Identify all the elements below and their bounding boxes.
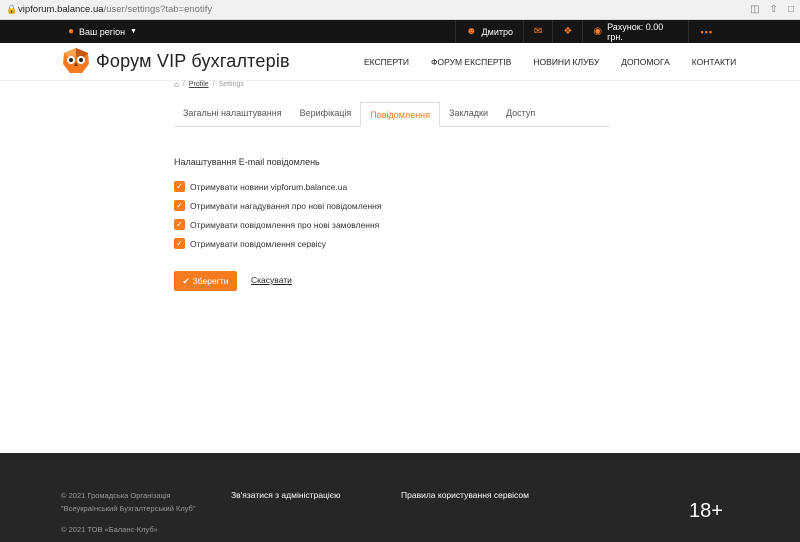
footer-terms-link[interactable]: Правила користування сервісом bbox=[401, 490, 529, 500]
share-icon[interactable]: ⇧ bbox=[770, 4, 778, 15]
site-logo[interactable]: Форум VIP бухгалтерів bbox=[62, 47, 290, 75]
nav-experts[interactable]: ЕКСПЕРТИ bbox=[364, 57, 409, 67]
checkbox-checked-icon[interactable]: ✓ bbox=[174, 200, 185, 211]
save-label: Зберегти bbox=[192, 276, 229, 286]
nav-contacts[interactable]: КОНТАКТИ bbox=[692, 57, 736, 67]
option-label: Отримувати новини vipforum.balance.ua bbox=[190, 181, 348, 192]
caret-down-icon: ▼ bbox=[130, 28, 137, 35]
region-selector[interactable]: ● Ваш регіон ▼ bbox=[68, 26, 137, 37]
cancel-link[interactable]: Скасувати bbox=[251, 275, 292, 285]
wallet-icon: ◉ bbox=[593, 26, 603, 37]
option-order-notifications[interactable]: ✓ Отримувати повідомлення про нові замов… bbox=[174, 215, 381, 234]
checkbox-checked-icon[interactable]: ✓ bbox=[174, 181, 185, 192]
check-icon: ✔ bbox=[182, 275, 190, 286]
checkbox-checked-icon[interactable]: ✓ bbox=[174, 219, 185, 230]
site-header: Форум VIP бухгалтерів ЕКСПЕРТИ ФОРУМ ЕКС… bbox=[0, 43, 800, 81]
nav-experts-forum[interactable]: ФОРУМ ЕКСПЕРТІВ bbox=[431, 57, 511, 67]
more-menu-button[interactable]: ••• bbox=[687, 20, 725, 43]
email-settings-title: Налаштування E-mail повідомлень bbox=[174, 157, 320, 167]
option-news[interactable]: ✓ Отримувати новини vipforum.balance.ua bbox=[174, 177, 381, 196]
user-icon: ☻ bbox=[466, 26, 477, 37]
footer-contact-admin-link[interactable]: Зв'язатися з адміністрацією bbox=[231, 490, 341, 500]
breadcrumb-separator: / bbox=[182, 81, 185, 88]
discounts-link[interactable]: ❖ bbox=[552, 20, 582, 43]
tab-general[interactable]: Загальні налаштування bbox=[174, 101, 291, 126]
nav-help[interactable]: ДОПОМОГА bbox=[621, 57, 670, 67]
breadcrumb-current: Settings bbox=[218, 81, 244, 88]
lock-icon: 🔒 bbox=[6, 4, 18, 14]
region-label: Ваш регіон bbox=[79, 26, 126, 37]
main-nav: ЕКСПЕРТИ ФОРУМ ЕКСПЕРТІВ НОВИНИ КЛУБУ ДО… bbox=[364, 43, 758, 81]
option-label: Отримувати нагадування про нові повідомл… bbox=[190, 200, 382, 211]
tab-notifications[interactable]: Повідомлення bbox=[360, 102, 441, 127]
top-bar: ● Ваш регіон ▼ ☻ Дмитро ✉ ❖ ◉ Рахунок: 0… bbox=[0, 20, 800, 43]
messages-link[interactable]: ✉ bbox=[522, 20, 552, 43]
option-message-reminders[interactable]: ✓ Отримувати нагадування про нові повідо… bbox=[174, 196, 381, 215]
logo-text: Форум VIP бухгалтерів bbox=[96, 50, 290, 71]
save-button[interactable]: ✔ Зберегти bbox=[174, 271, 237, 291]
site-footer: © 2021 Громадська Організація "Всеукраїн… bbox=[0, 453, 800, 542]
tab-bookmarks[interactable]: Закладки bbox=[440, 101, 497, 126]
envelope-icon: ✉ bbox=[533, 26, 543, 37]
option-label: Отримувати повідомлення про нові замовле… bbox=[190, 219, 380, 230]
breadcrumb-profile[interactable]: Profile bbox=[189, 81, 209, 88]
option-service-notifications[interactable]: ✓ Отримувати повідомлення сервісу bbox=[174, 234, 381, 253]
browser-actions: ◫ ⇧ □ bbox=[750, 4, 794, 15]
user-name: Дмитро bbox=[481, 26, 513, 37]
account-balance: Рахунок: 0.00 грн. bbox=[607, 21, 664, 42]
settings-tabs: Загальні налаштування Верифікація Повідо… bbox=[174, 102, 610, 127]
top-bar-user-menu: ☻ Дмитро ✉ ❖ ◉ Рахунок: 0.00 грн. ••• bbox=[455, 20, 725, 43]
account-balance-link[interactable]: ◉ Рахунок: 0.00 грн. bbox=[582, 20, 687, 43]
user-profile-link[interactable]: ☻ Дмитро bbox=[455, 20, 523, 43]
email-options-list: ✓ Отримувати новини vipforum.balance.ua … bbox=[174, 177, 381, 253]
home-icon[interactable]: ⌂ bbox=[174, 80, 179, 89]
footer-copyright-organization: © 2021 Громадська Організація "Всеукраїн… bbox=[61, 491, 196, 513]
tag-icon: ❖ bbox=[563, 26, 573, 37]
breadcrumb-separator: / bbox=[212, 81, 215, 88]
translate-icon[interactable]: ◫ bbox=[750, 4, 759, 15]
nav-club-news[interactable]: НОВИНИ КЛУБУ bbox=[533, 57, 599, 67]
breadcrumb: ⌂ / Profile / Settings bbox=[174, 80, 244, 89]
option-label: Отримувати повідомлення сервісу bbox=[190, 238, 327, 249]
browser-address-bar[interactable]: 🔒 vipforum.balance.ua/user/settings?tab=… bbox=[0, 0, 800, 20]
url-text[interactable]: vipforum.balance.ua/user/settings?tab=en… bbox=[18, 4, 750, 15]
extension-icon[interactable]: □ bbox=[788, 4, 794, 15]
age-restriction-badge: 18+ bbox=[689, 500, 723, 522]
owl-logo-icon bbox=[63, 48, 89, 73]
tab-access[interactable]: Доступ bbox=[497, 101, 544, 126]
map-pin-icon: ● bbox=[68, 26, 75, 37]
tab-verification[interactable]: Верифікація bbox=[291, 101, 361, 126]
url-path: /user/settings?tab=enotify bbox=[103, 4, 213, 15]
footer-copyright-company: © 2021 ТОВ «Баланс-Клуб» bbox=[61, 525, 158, 534]
checkbox-checked-icon[interactable]: ✓ bbox=[174, 238, 185, 249]
url-host: vipforum.balance.ua bbox=[18, 4, 104, 15]
